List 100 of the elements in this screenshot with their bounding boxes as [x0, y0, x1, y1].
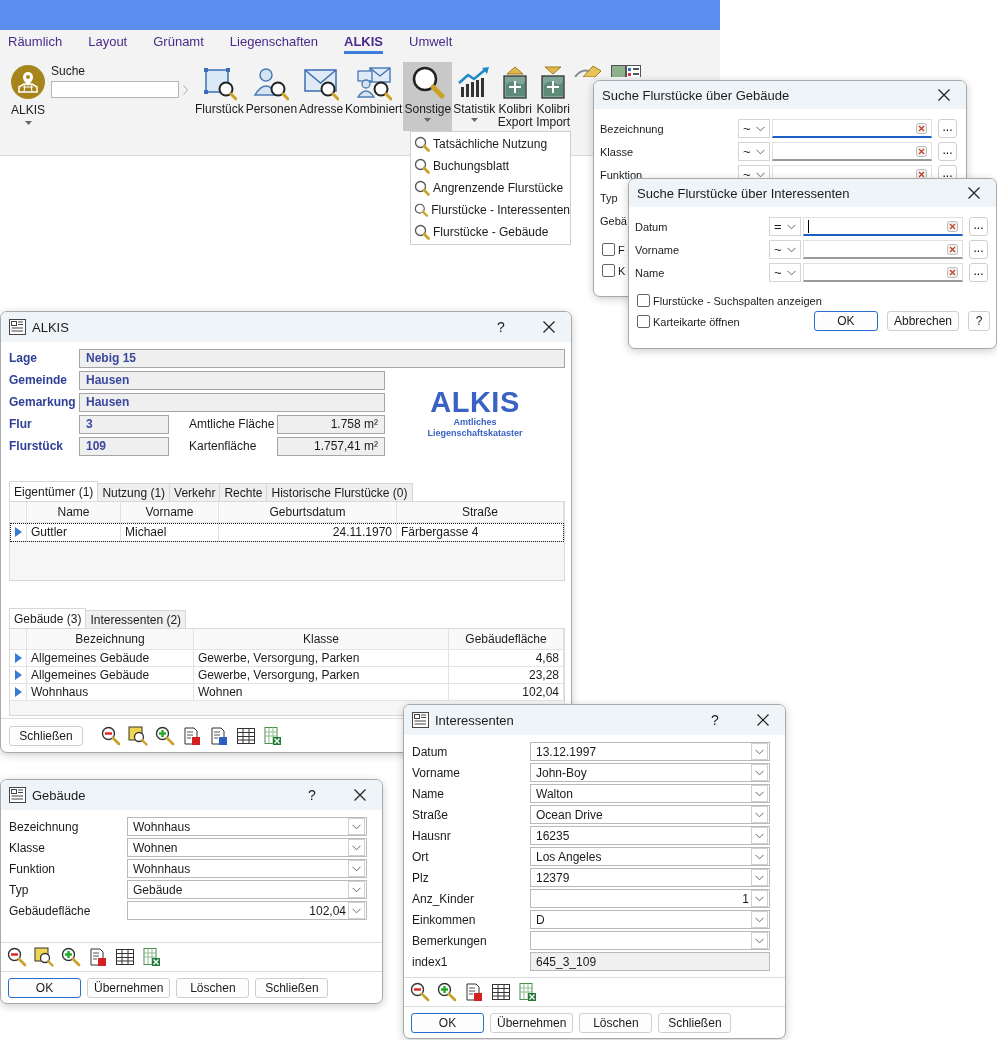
push-button[interactable]: OK: [8, 977, 81, 998]
help-button[interactable]: ?: [705, 712, 725, 728]
clear-icon[interactable]: [947, 220, 958, 232]
browse-button[interactable]: ...: [969, 263, 988, 282]
clear-icon[interactable]: [947, 243, 958, 255]
table-row[interactable]: Guttler Michael 24.11.1970 Färbergasse 4: [10, 523, 564, 542]
push-button[interactable]: Schließen: [255, 977, 329, 998]
ribbon-button[interactable]: Kolibri Import: [534, 62, 573, 131]
ribbon-button[interactable]: Personen: [244, 62, 299, 131]
combo-box[interactable]: Ocean Drive: [530, 805, 770, 824]
browse-button[interactable]: ...: [969, 217, 988, 236]
table-row[interactable]: Wohnhaus Wohnen 102,04: [10, 684, 564, 701]
tab[interactable]: Gebäude (3): [9, 608, 87, 628]
toolbar-button[interactable]: [115, 947, 135, 967]
tab[interactable]: Rechte: [219, 483, 268, 501]
ribbon-button[interactable]: Flurstück: [194, 62, 245, 131]
menu-item[interactable]: Angrenzende Flurstücke: [411, 177, 570, 199]
menu-item[interactable]: Flurstücke - Interessenten: [411, 199, 570, 221]
toolbar-button[interactable]: [34, 947, 54, 967]
checkbox[interactable]: [602, 243, 615, 256]
checkbox[interactable]: [637, 294, 650, 307]
tab[interactable]: Eigentümer (1): [9, 481, 99, 501]
table-row[interactable]: Allgemeines Gebäude Gewerbe, Versorgung, Parken 23,28: [10, 667, 564, 684]
combo-box[interactable]: Gebäude: [127, 880, 367, 899]
operator-dropdown[interactable]: ~: [738, 119, 770, 138]
combo-box[interactable]: Wohnhaus: [127, 817, 367, 836]
combo-box[interactable]: 12379: [530, 868, 770, 887]
app-button[interactable]: ALKIS: [8, 62, 48, 125]
clear-icon[interactable]: [916, 145, 927, 157]
operator-dropdown[interactable]: =: [769, 217, 801, 236]
tab[interactable]: Nutzung (1): [97, 483, 171, 501]
ribbon-button[interactable]: Sonstige: [403, 62, 453, 131]
operator-dropdown[interactable]: ~: [769, 240, 801, 259]
combo-box[interactable]: Walton: [530, 784, 770, 803]
menu-item[interactable]: Buchungsblatt: [411, 155, 570, 177]
search-field[interactable]: [803, 263, 963, 282]
toolbar-button[interactable]: [209, 725, 229, 746]
search-field[interactable]: [51, 81, 179, 98]
table-row[interactable]: Allgemeines Gebäude Gewerbe, Versorgung, Parken 4,68: [10, 650, 564, 667]
clear-icon[interactable]: [947, 266, 958, 278]
operator-dropdown[interactable]: ~: [738, 142, 770, 161]
column-header[interactable]: Name: [27, 502, 121, 522]
push-button[interactable]: Schließen: [658, 1012, 732, 1033]
toolbar-button[interactable]: [236, 725, 256, 746]
toolbar-button[interactable]: [101, 725, 121, 746]
push-button[interactable]: Löschen: [579, 1012, 653, 1033]
toolbar-button[interactable]: [128, 725, 148, 746]
search-field[interactable]: [803, 217, 963, 236]
push-button[interactable]: ?: [968, 311, 990, 331]
ribbon-tab[interactable]: Räumlich: [8, 34, 63, 54]
combo-box[interactable]: Los Angeles: [530, 847, 770, 866]
ribbon-button[interactable]: Adresse: [298, 62, 345, 131]
ribbon-tab[interactable]: Umwelt: [409, 34, 453, 54]
help-button[interactable]: ?: [302, 787, 322, 803]
push-button[interactable]: Abbrechen: [886, 311, 959, 331]
menu-item[interactable]: Flurstücke - Gebäude: [411, 221, 570, 243]
checkbox[interactable]: [637, 315, 650, 328]
push-button[interactable]: Schließen: [9, 725, 83, 746]
combo-box[interactable]: 13.12.1997: [530, 742, 770, 761]
combo-box[interactable]: 16235: [530, 826, 770, 845]
toolbar-button[interactable]: [410, 982, 430, 1002]
tab[interactable]: Historische Flurstücke (0): [266, 483, 413, 501]
push-button[interactable]: OK: [813, 311, 878, 331]
push-button[interactable]: Übernehmen: [87, 977, 171, 998]
menu-item[interactable]: Tatsächliche Nutzung: [411, 133, 570, 155]
search-field[interactable]: [772, 142, 932, 161]
push-button[interactable]: OK: [411, 1012, 484, 1033]
checkbox[interactable]: [602, 264, 615, 277]
ribbon-tab[interactable]: ALKIS: [344, 34, 383, 54]
ribbon-button[interactable]: Kolibri Export: [496, 62, 535, 131]
ribbon-button[interactable]: Kombiniert: [344, 62, 404, 131]
column-header[interactable]: Vorname: [121, 502, 219, 522]
combo-box[interactable]: D: [530, 910, 770, 929]
toolbar-button[interactable]: [7, 947, 27, 967]
combo-box[interactable]: 102,04: [127, 901, 367, 920]
toolbar-button[interactable]: [61, 947, 81, 967]
search-field[interactable]: [803, 240, 963, 259]
column-header[interactable]: Bezeichnung: [27, 629, 194, 649]
ribbon-tab[interactable]: Layout: [88, 34, 128, 54]
browse-button[interactable]: ...: [938, 119, 957, 138]
search-field[interactable]: [772, 119, 932, 138]
combo-box[interactable]: Wohnen: [127, 838, 367, 857]
column-header[interactable]: Gebäudefläche: [449, 629, 564, 649]
combo-box[interactable]: John-Boy: [530, 763, 770, 782]
ribbon-tab[interactable]: Liegenschaften: [229, 34, 318, 54]
push-button[interactable]: Übernehmen: [490, 1012, 574, 1033]
column-header[interactable]: Klasse: [194, 629, 449, 649]
tab[interactable]: Verkehr: [169, 483, 221, 501]
browse-button[interactable]: ...: [969, 240, 988, 259]
help-button[interactable]: ?: [491, 319, 511, 335]
ribbon-button[interactable]: Statistik: [452, 62, 497, 131]
combo-box[interactable]: 1: [530, 889, 770, 908]
push-button[interactable]: Löschen: [176, 977, 250, 998]
toolbar-button[interactable]: [437, 982, 457, 1002]
toolbar-button[interactable]: [491, 982, 511, 1002]
toolbar-button[interactable]: [155, 725, 175, 746]
operator-dropdown[interactable]: ~: [769, 263, 801, 282]
tab[interactable]: Interessenten (2): [85, 610, 187, 628]
clear-icon[interactable]: [916, 122, 927, 134]
column-header[interactable]: Geburtsdatum: [219, 502, 397, 522]
